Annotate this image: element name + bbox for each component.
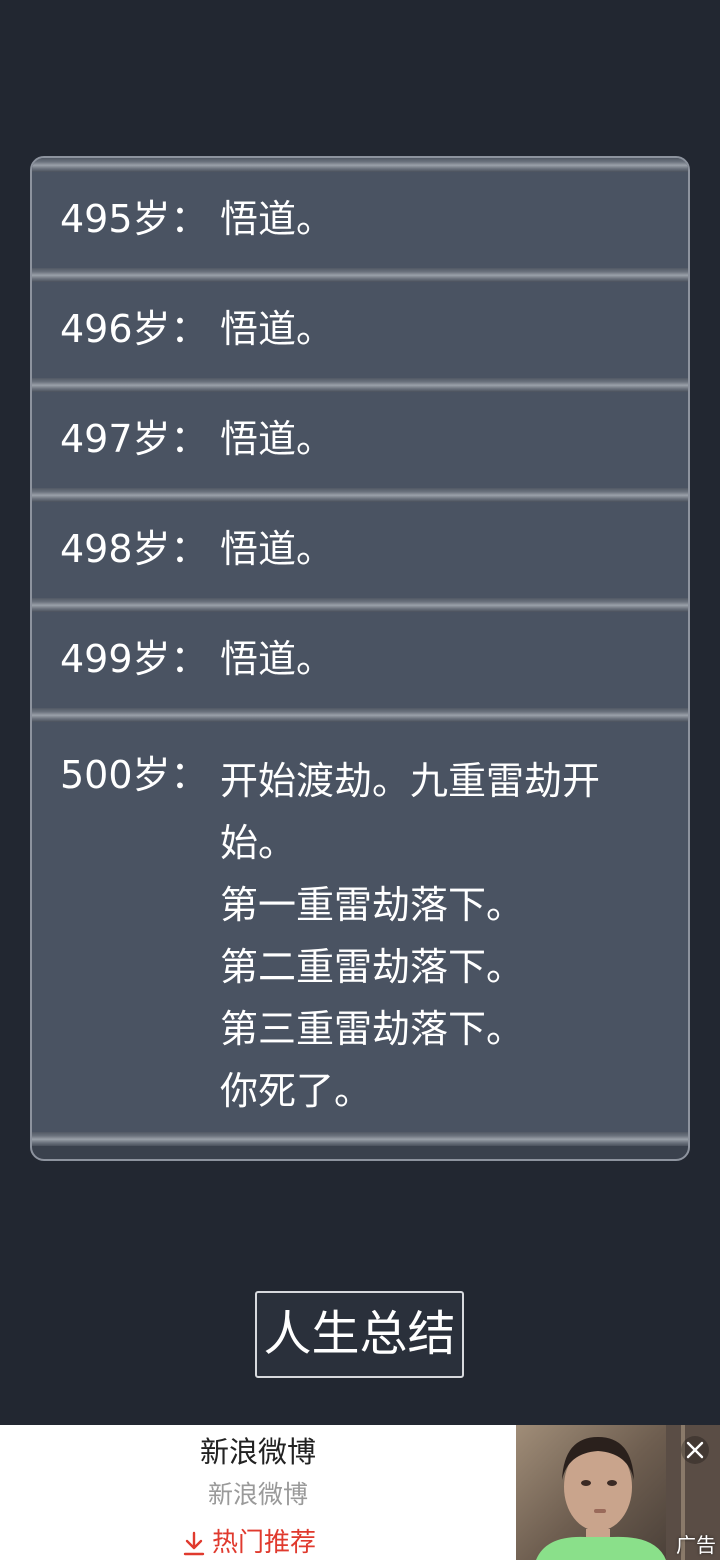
event-text: 开始渡劫。九重雷劫开 <box>220 759 601 803</box>
event-text: 第三重雷劫落下。 <box>220 1007 525 1051</box>
ad-title[interactable]: 新浪微博 <box>0 1429 516 1471</box>
entry-events: 悟道。 <box>220 524 668 574</box>
entry-events: 悟道。 <box>220 414 668 464</box>
event-text: 悟道。 <box>220 417 335 461</box>
divider <box>32 158 688 172</box>
entry-events: 悟道。 <box>220 194 668 244</box>
divider <box>32 378 688 392</box>
divider <box>32 268 688 282</box>
ad-label: 广告 <box>676 1533 716 1557</box>
divider <box>32 598 688 612</box>
event-text: 悟道。 <box>220 197 335 241</box>
log-entry: 497岁： 悟道。 <box>32 392 688 488</box>
entry-events: 开始渡劫。九重雷劫开 始。 第一重雷劫落下。 第二重雷劫落下。 第三重雷劫落下。… <box>220 750 668 1122</box>
entry-age: 499岁： <box>60 637 209 681</box>
entry-events: 悟道。 <box>220 634 668 684</box>
divider <box>32 708 688 722</box>
divider <box>32 488 688 502</box>
log-entry: 499岁： 悟道。 <box>32 612 688 708</box>
event-text: 始。 <box>220 821 297 865</box>
ad-banner[interactable]: 新浪微博 新浪微博 热门推荐 广告 <box>0 1425 720 1560</box>
log-entry: 500岁： 开始渡劫。九重雷劫开 始。 第一重雷劫落下。 第二重雷劫落下。 第三… <box>32 722 688 1132</box>
log-entry: 498岁： 悟道。 <box>32 502 688 598</box>
ad-cta-link[interactable]: 热门推荐 <box>0 1522 498 1559</box>
event-text: 第二重雷劫落下。 <box>220 945 525 989</box>
event-text: 悟道。 <box>220 527 335 571</box>
divider <box>32 1132 688 1146</box>
life-log-list: 495岁： 悟道。 496岁： 悟道。 497岁： 悟道。 498岁： 悟道。 <box>32 158 688 1159</box>
entry-age: 496岁： <box>60 307 209 351</box>
entry-age: 497岁： <box>60 417 209 461</box>
entry-age: 495岁： <box>60 197 209 241</box>
ad-subtitle: 新浪微博 <box>207 1480 308 1509</box>
event-text: 悟道。 <box>220 307 335 351</box>
entry-age: 500岁： <box>60 753 209 797</box>
life-log-panel[interactable]: 495岁： 悟道。 496岁： 悟道。 497岁： 悟道。 498岁： 悟道。 <box>30 156 690 1161</box>
ad-video-thumbnail[interactable]: 广告 <box>516 1425 720 1560</box>
log-entry: 495岁： 悟道。 <box>32 172 688 268</box>
event-text: 你死了。 <box>220 1069 373 1113</box>
event-text: 第一重雷劫落下。 <box>220 883 525 927</box>
entry-age: 498岁： <box>60 527 209 571</box>
life-summary-button[interactable]: 人生总结 <box>255 1291 464 1378</box>
close-icon[interactable] <box>680 1435 710 1465</box>
entry-events: 悟道。 <box>220 304 668 354</box>
log-entry: 496岁： 悟道。 <box>32 282 688 378</box>
download-icon <box>183 1531 205 1555</box>
event-text: 悟道。 <box>220 637 335 681</box>
ad-cta-label: 热门推荐 <box>211 1528 316 1558</box>
